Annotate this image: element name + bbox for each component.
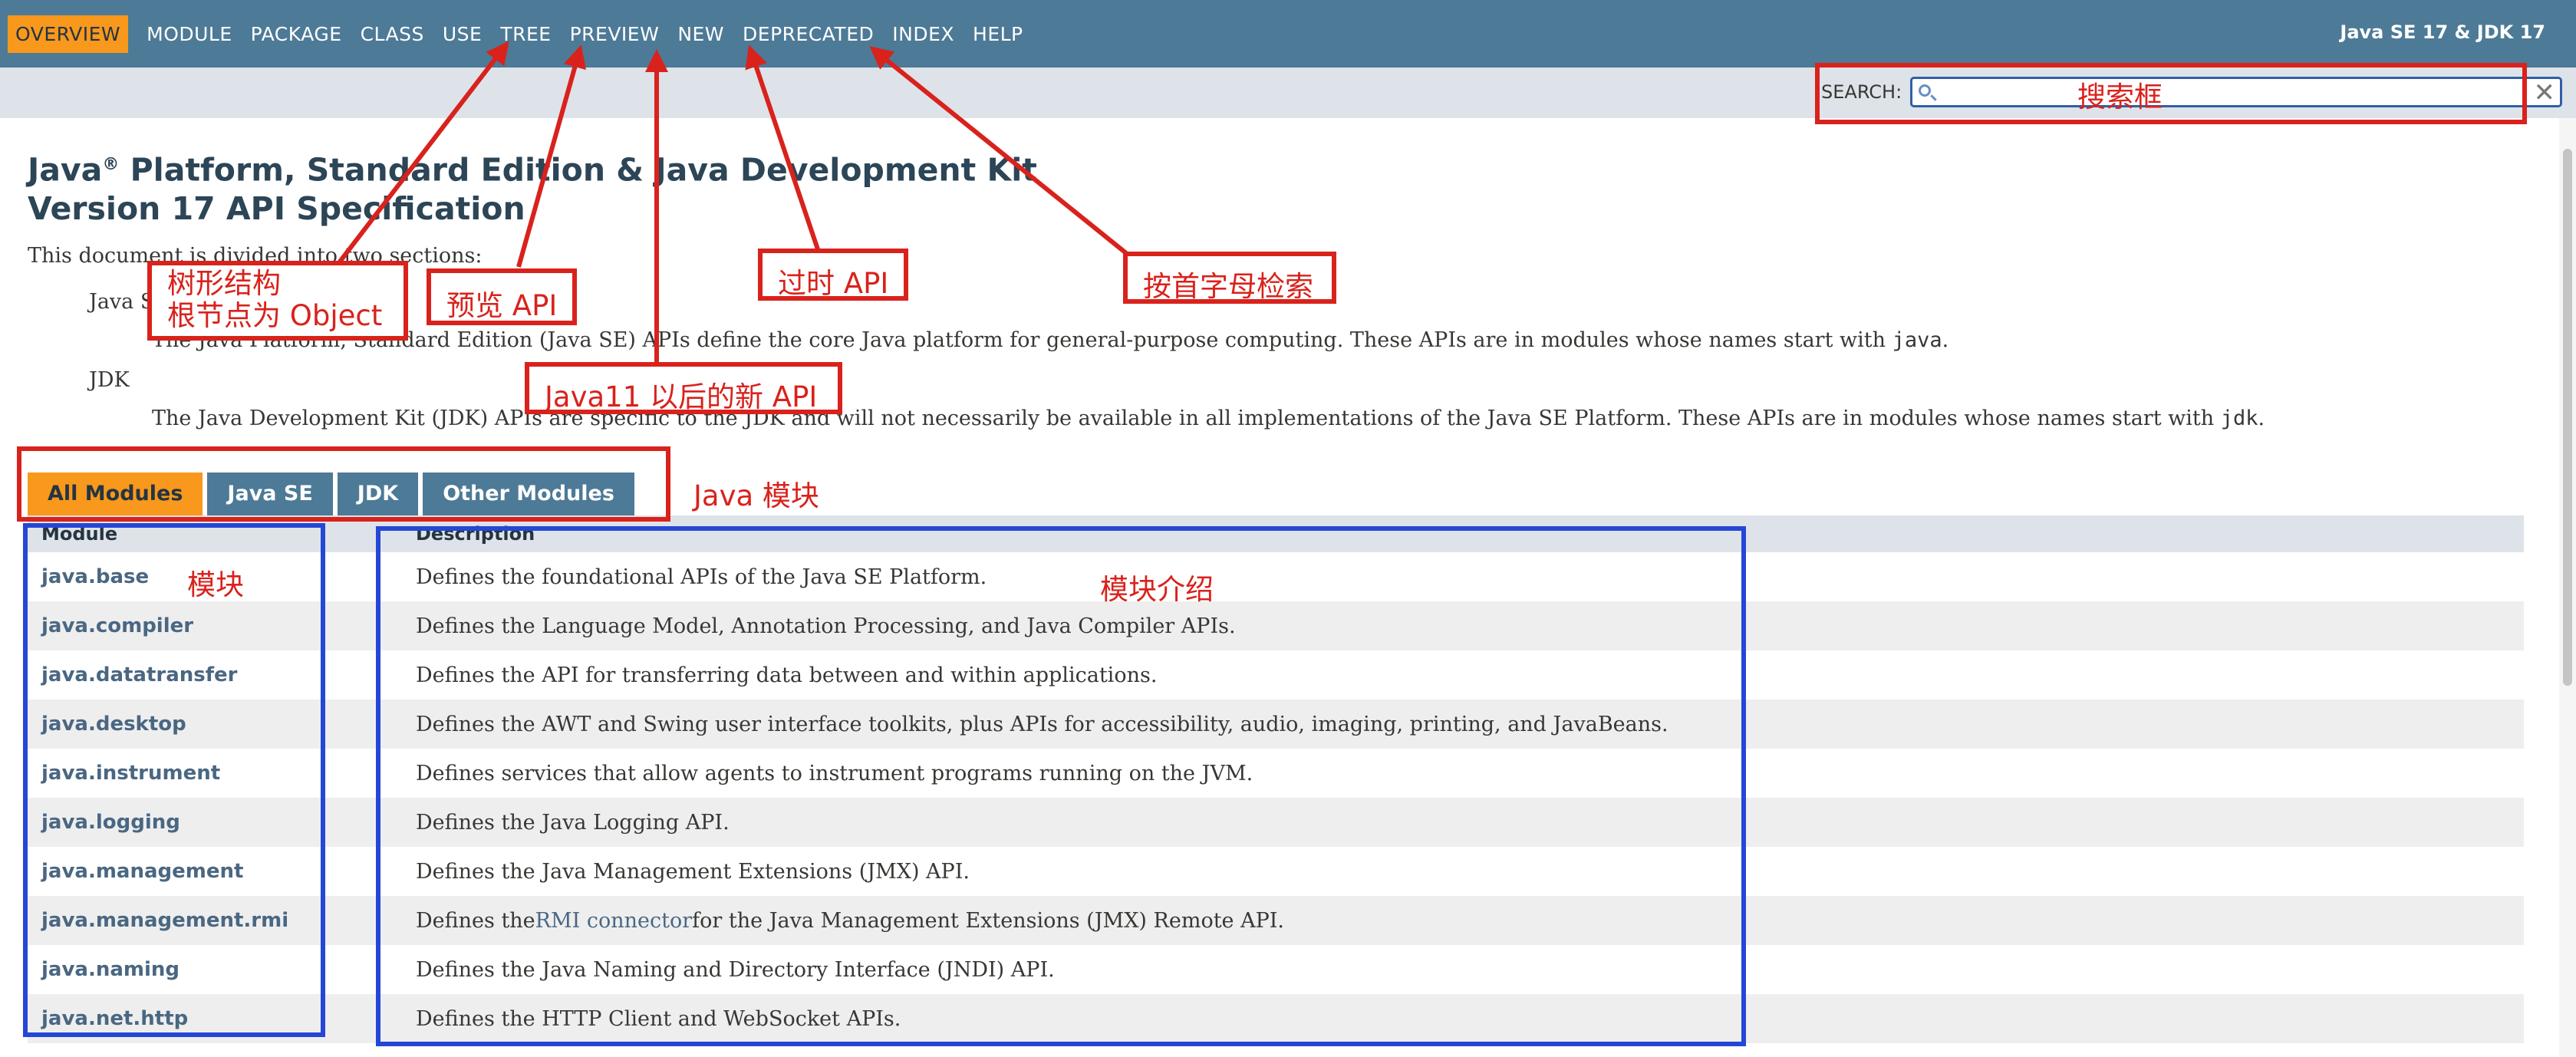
- annotation-preview: 预览 API: [427, 268, 577, 325]
- annotation-search-label: 搜索框: [2077, 81, 2163, 114]
- arrow-deprecated: [745, 44, 820, 250]
- annotation-index: 按首字母检索: [1123, 252, 1336, 304]
- annotation-deprecated: 过时 API: [758, 249, 908, 301]
- arrow-index: [869, 46, 1128, 255]
- annotation-module-column: [23, 523, 325, 1037]
- arrow-tree: [335, 41, 509, 266]
- annotation-tree: 树形结构 根节点为 Object: [147, 261, 408, 341]
- annotation-search-box: [1815, 63, 2527, 124]
- annotation-description-column: [376, 526, 1746, 1046]
- arrow-preview: [516, 44, 586, 268]
- annotation-new: Java11 以后的新 API: [525, 362, 842, 414]
- annotation-module-tabs-label: Java 模块: [693, 479, 819, 512]
- annotation-module-tabs-box: [17, 446, 670, 522]
- annotation-description-column-label: 模块介绍: [1100, 573, 1214, 606]
- annotation-module-column-label: 模块: [187, 568, 244, 601]
